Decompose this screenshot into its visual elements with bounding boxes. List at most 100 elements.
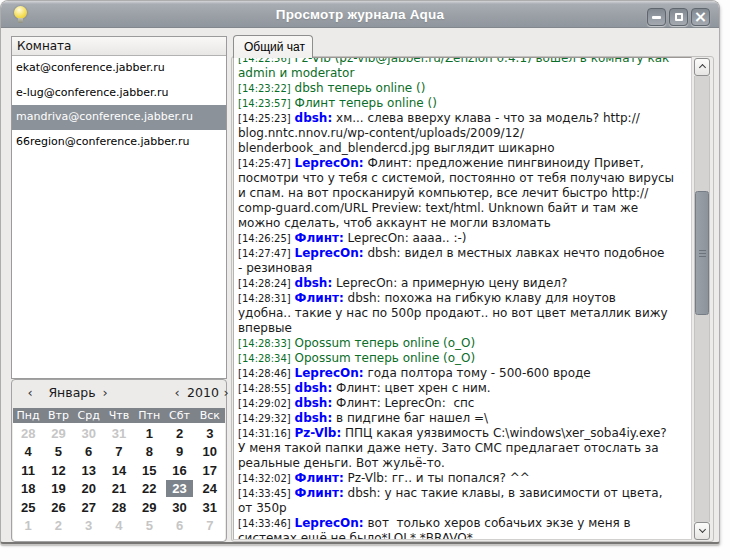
- timestamp: [14:22:56]: [238, 57, 291, 64]
- calendar-day[interactable]: 5: [43, 443, 73, 462]
- room-item[interactable]: e-lug@conference.jabber.ru: [12, 81, 226, 106]
- chat-message: [14:29:32] dbsh: в пидгине баг нашел =\: [238, 411, 689, 426]
- room-item[interactable]: mandriva@conference.jabber.ru: [12, 105, 226, 130]
- message-text: Флинт: LeprecOn: спс: [336, 396, 474, 410]
- scrollbar: [694, 58, 711, 540]
- calendar-day[interactable]: 19: [43, 480, 73, 499]
- calendar-day[interactable]: 1: [13, 517, 43, 536]
- calendar-day[interactable]: 17: [195, 461, 225, 480]
- calendar-day[interactable]: 31: [195, 498, 225, 517]
- message-text: Opossum теперь online (o_O): [295, 336, 476, 350]
- calendar-grid: 2829303112345678910111213141516171819202…: [13, 424, 225, 535]
- calendar-day[interactable]: 25: [13, 498, 43, 517]
- calendar-nav: ‹ Январь › ‹ 2010 ›: [12, 380, 226, 407]
- maximize-button[interactable]: [669, 8, 688, 26]
- room-item[interactable]: 66region@conference.jabber.ru: [12, 130, 226, 155]
- calendar-day[interactable]: 3: [195, 424, 225, 443]
- calendar-day[interactable]: 28: [104, 498, 134, 517]
- chevron-up-icon: [698, 64, 705, 71]
- thumb-grip: [699, 250, 706, 251]
- window: Просмотр журнала Aqua × Комната ekat@con…: [0, 0, 720, 544]
- timestamp: [14:23:57]: [238, 98, 291, 109]
- chat-log-area[interactable]: [14:22:56] Pz-Vlb (pz-vlb@jabber.ru/Zenz…: [233, 57, 692, 540]
- calendar-day[interactable]: 29: [134, 498, 164, 517]
- next-year-arrow[interactable]: ›: [221, 385, 231, 400]
- nick: Флинт:: [295, 231, 344, 245]
- message-text: Pz-Vlb (pz-vlb@jabber.ru/Zenzion 0.4.1) …: [238, 57, 669, 80]
- chat-message: [14:32:02] Флинт: Pz-Vlb: гг.. и ты попа…: [238, 471, 689, 486]
- timestamp: [14:28:24]: [238, 278, 291, 289]
- chat-log-content: [14:22:56] Pz-Vlb (pz-vlb@jabber.ru/Zenz…: [238, 57, 689, 540]
- scroll-up-button[interactable]: [694, 58, 710, 76]
- close-button[interactable]: ×: [691, 8, 710, 26]
- calendar-day-selected[interactable]: 23: [164, 480, 194, 499]
- message-text: LeprecOn: аааа.. :-): [348, 231, 467, 245]
- chat-status-line: [14:28:33] Opossum теперь online (o_O): [238, 336, 689, 351]
- scroll-down-button[interactable]: [694, 522, 710, 540]
- nick: dbsh:: [295, 111, 333, 125]
- calendar-day[interactable]: 16: [164, 461, 194, 480]
- calendar-day[interactable]: 29: [43, 424, 73, 443]
- calendar-day[interactable]: 1: [134, 424, 164, 443]
- calendar-day[interactable]: 30: [74, 424, 104, 443]
- calendar-day[interactable]: 20: [74, 480, 104, 499]
- timestamp: [14:28:33]: [238, 338, 291, 349]
- calendar-day[interactable]: 4: [104, 517, 134, 536]
- tab-general-chat[interactable]: Общий чат: [233, 35, 313, 58]
- nick: Pz-Vlb:: [295, 426, 342, 440]
- nick: Флинт:: [295, 471, 344, 485]
- chat-status-line: [14:23:57] Флинт теперь online (): [238, 96, 689, 111]
- calendar-day[interactable]: 14: [104, 461, 134, 480]
- calendar-day[interactable]: 12: [43, 461, 73, 480]
- calendar-day[interactable]: 8: [134, 443, 164, 462]
- calendar-dow-label: Срд: [74, 408, 104, 423]
- message-text: Флинт теперь online (): [295, 96, 437, 110]
- timestamp: [14:26:25]: [238, 233, 291, 244]
- calendar-day[interactable]: 28: [13, 424, 43, 443]
- calendar-day[interactable]: 30: [164, 498, 194, 517]
- prev-year-arrow[interactable]: ‹: [172, 385, 182, 400]
- minimize-icon: [652, 16, 661, 19]
- calendar-day[interactable]: 7: [195, 517, 225, 536]
- next-month-arrow[interactable]: ›: [100, 385, 110, 400]
- chat-message: [14:25:47] LeprecOn: Флинт: предложение …: [238, 156, 689, 231]
- calendar-day[interactable]: 15: [134, 461, 164, 480]
- room-item[interactable]: ekat@conference.jabber.ru: [12, 56, 226, 81]
- calendar-day[interactable]: 11: [13, 461, 43, 480]
- calendar-day[interactable]: 18: [13, 480, 43, 499]
- message-text: LeprecOn: а примерную цену видел?: [336, 276, 567, 290]
- scrollbar-track[interactable]: [694, 76, 710, 522]
- calendar-day[interactable]: 22: [134, 480, 164, 499]
- calendar-day[interactable]: 4: [13, 443, 43, 462]
- calendar-day[interactable]: 13: [74, 461, 104, 480]
- nick: dbsh:: [295, 276, 333, 290]
- calendar-day[interactable]: 21: [104, 480, 134, 499]
- chat-message: [14:28:46] LeprecOn: года полтора тому -…: [238, 366, 689, 381]
- calendar-day[interactable]: 3: [74, 517, 104, 536]
- calendar-day[interactable]: 2: [164, 424, 194, 443]
- calendar-day[interactable]: 31: [104, 424, 134, 443]
- chat-message: [14:25:23] dbsh: хм... слева вверху клав…: [238, 111, 689, 156]
- timestamp: [14:32:02]: [238, 473, 291, 484]
- minimize-button[interactable]: [647, 8, 666, 26]
- prev-month-arrow[interactable]: ‹: [25, 385, 35, 400]
- calendar-day[interactable]: 24: [195, 480, 225, 499]
- message-text: в пидгине баг нашел =\: [336, 411, 488, 425]
- calendar-day[interactable]: 2: [43, 517, 73, 536]
- calendar-day[interactable]: 7: [104, 443, 134, 462]
- calendar-day[interactable]: 27: [74, 498, 104, 517]
- calendar-day[interactable]: 6: [164, 517, 194, 536]
- calendar-dow-label: Сбт: [164, 408, 194, 423]
- timestamp: [14:29:32]: [238, 413, 291, 424]
- scrollbar-thumb[interactable]: [695, 191, 709, 315]
- calendar-day[interactable]: 6: [74, 443, 104, 462]
- room-list-panel: Комната ekat@conference.jabber.rue-lug@c…: [11, 36, 227, 379]
- calendar-day[interactable]: 10: [195, 443, 225, 462]
- chevron-down-icon: [698, 526, 705, 533]
- calendar-day[interactable]: 5: [134, 517, 164, 536]
- calendar-month: Январь: [44, 385, 100, 400]
- calendar-day[interactable]: 9: [164, 443, 194, 462]
- calendar-dow-label: Вск: [195, 408, 225, 423]
- calendar-day[interactable]: 26: [43, 498, 73, 517]
- nick: dbsh:: [295, 396, 333, 410]
